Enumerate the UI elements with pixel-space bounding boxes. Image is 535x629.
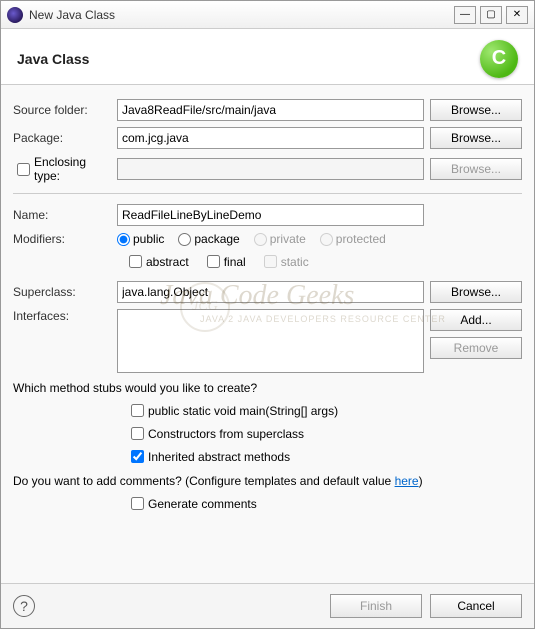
- superclass-browse-button[interactable]: Browse...: [430, 281, 522, 303]
- modifier-static[interactable]: static: [260, 252, 309, 271]
- class-icon: C: [480, 40, 518, 78]
- modifier-protected: protected: [320, 232, 386, 246]
- separator-1: [13, 193, 522, 194]
- enclosing-type-label[interactable]: Enclosing type:: [13, 155, 111, 183]
- stub-inherited[interactable]: Inherited abstract methods: [127, 447, 290, 466]
- modifiers-checks-row: abstract final static: [125, 252, 522, 271]
- name-label: Name:: [13, 208, 111, 222]
- header-title: Java Class: [17, 51, 89, 67]
- help-icon[interactable]: ?: [13, 595, 35, 617]
- close-button[interactable]: ✕: [506, 6, 528, 24]
- interfaces-add-button[interactable]: Add...: [430, 309, 522, 331]
- superclass-label: Superclass:: [13, 285, 111, 299]
- content-area: Source folder: Browse... Package: Browse…: [1, 85, 534, 583]
- modifier-package[interactable]: package: [178, 232, 239, 246]
- generate-comments[interactable]: Generate comments: [127, 494, 257, 513]
- configure-link[interactable]: here: [395, 474, 419, 488]
- maximize-button[interactable]: ▢: [480, 6, 502, 24]
- enclosing-type-checkbox[interactable]: [17, 163, 30, 176]
- package-label: Package:: [13, 131, 111, 145]
- header: Java Class C: [1, 29, 534, 85]
- generate-comments-row: Generate comments: [127, 494, 522, 513]
- stubs-question: Which method stubs would you like to cre…: [13, 381, 522, 395]
- modifiers-label: Modifiers:: [13, 232, 111, 246]
- cancel-button[interactable]: Cancel: [430, 594, 522, 618]
- comments-question: Do you want to add comments? (Configure …: [13, 474, 522, 488]
- stub-main-row: public static void main(String[] args): [127, 401, 522, 420]
- name-input[interactable]: [117, 204, 424, 226]
- stub-inherited-row: Inherited abstract methods: [127, 447, 522, 466]
- name-row: Name:: [13, 204, 522, 226]
- finish-button[interactable]: Finish: [330, 594, 422, 618]
- enclosing-type-input: [117, 158, 424, 180]
- interfaces-row: Interfaces: Add... Remove: [13, 309, 522, 373]
- source-folder-label: Source folder:: [13, 103, 111, 117]
- interfaces-remove-button: Remove: [430, 337, 522, 359]
- superclass-row: Superclass: Browse...: [13, 281, 522, 303]
- interfaces-label: Interfaces:: [13, 309, 111, 323]
- window-title: New Java Class: [29, 8, 115, 22]
- enclosing-type-row: Enclosing type: Browse...: [13, 155, 522, 183]
- superclass-input[interactable]: [117, 281, 424, 303]
- stub-constructors-row: Constructors from superclass: [127, 424, 522, 443]
- package-browse-button[interactable]: Browse...: [430, 127, 522, 149]
- stub-constructors[interactable]: Constructors from superclass: [127, 424, 304, 443]
- eclipse-icon: [7, 7, 23, 23]
- modifier-final[interactable]: final: [203, 252, 246, 271]
- modifier-abstract[interactable]: abstract: [125, 252, 189, 271]
- source-folder-input[interactable]: [117, 99, 424, 121]
- package-row: Package: Browse...: [13, 127, 522, 149]
- source-folder-browse-button[interactable]: Browse...: [430, 99, 522, 121]
- package-input[interactable]: [117, 127, 424, 149]
- stub-main[interactable]: public static void main(String[] args): [127, 401, 338, 420]
- interfaces-list[interactable]: [117, 309, 424, 373]
- enclosing-type-browse-button: Browse...: [430, 158, 522, 180]
- footer: ? Finish Cancel: [1, 583, 534, 628]
- titlebar: New Java Class — ▢ ✕: [1, 1, 534, 29]
- source-folder-row: Source folder: Browse...: [13, 99, 522, 121]
- modifiers-row: Modifiers: public package private protec…: [13, 232, 522, 246]
- modifier-public[interactable]: public: [117, 232, 164, 246]
- minimize-button[interactable]: —: [454, 6, 476, 24]
- dialog-window: New Java Class — ▢ ✕ Java Class C Source…: [0, 0, 535, 629]
- window-controls: — ▢ ✕: [454, 6, 528, 24]
- modifier-private: private: [254, 232, 306, 246]
